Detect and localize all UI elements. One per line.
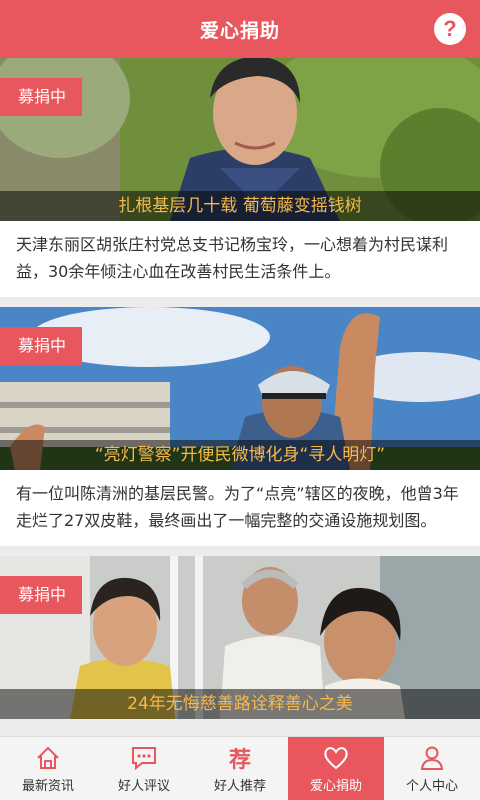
tab-latest-news[interactable]: 最新资讯: [0, 737, 96, 800]
tab-label: 个人中心: [405, 778, 458, 794]
card-description: 有一位叫陈清洲的基层民警。为了“点亮”辖区的夜晚，他曾3年走烂了27双皮鞋，最终…: [16, 484, 459, 530]
recommend-icon: 荐: [228, 747, 251, 773]
tab-label: 好人推荐: [213, 778, 266, 794]
card-caption: “亮灯警察”开便民微博化身“寻人明灯”: [0, 440, 480, 470]
card-image[interactable]: 募捐中 “亮灯警察”开便民微博化身“寻人明灯”: [0, 307, 480, 470]
card-caption: 24年无悔慈善路诠释善心之美: [0, 689, 480, 719]
status-badge: 募捐中: [0, 327, 83, 365]
donation-card[interactable]: 募捐中 “亮灯警察”开便民微博化身“寻人明灯” 有一位叫陈清洲的基层民警。为了“…: [0, 307, 480, 546]
home-icon: [35, 744, 61, 772]
card-image[interactable]: 募捐中 扎根基层几十载 葡萄藤变摇钱树: [0, 58, 480, 221]
status-badge: 募捐中: [0, 576, 83, 614]
heart-icon: [322, 744, 350, 772]
tab-personal-center[interactable]: 个人中心: [384, 737, 480, 800]
tab-label: 爱心捐助: [309, 778, 362, 794]
page-title: 爱心捐助: [199, 19, 280, 42]
donation-card[interactable]: 募捐中 扎根基层几十载 葡萄藤变摇钱树 天津东丽区胡张庄村党总支书记杨宝玲，一心…: [0, 58, 480, 297]
tab-good-person-review[interactable]: 好人评议: [96, 737, 192, 800]
card-caption: 扎根基层几十载 葡萄藤变摇钱树: [0, 191, 480, 221]
tab-label: 最新资讯: [21, 778, 74, 794]
card-description: 天津东丽区胡张庄村党总支书记杨宝玲，一心想着为村民谋利益，30余年倾注心血在改善…: [16, 235, 449, 281]
app-header: 爱心捐助 ?: [0, 0, 480, 58]
tab-good-person-recommend[interactable]: 荐 好人推荐: [192, 737, 288, 800]
help-button[interactable]: ?: [434, 13, 466, 45]
status-badge: 募捐中: [0, 78, 83, 116]
person-icon: [419, 744, 445, 772]
donation-card[interactable]: 募捐中 24年无悔慈善路诠释善心之美: [0, 556, 480, 719]
tab-charity-donation[interactable]: 爱心捐助: [288, 737, 384, 800]
card-image[interactable]: 募捐中 24年无悔慈善路诠释善心之美: [0, 556, 480, 719]
bottom-tab-bar: 最新资讯 好人评议 荐 好人推荐 爱心捐助 个人中心: [0, 736, 480, 800]
help-icon: ?: [443, 16, 457, 41]
comment-icon: [130, 744, 158, 772]
tab-label: 好人评议: [117, 778, 170, 794]
donation-feed[interactable]: 募捐中 扎根基层几十载 葡萄藤变摇钱树 天津东丽区胡张庄村党总支书记杨宝玲，一心…: [0, 58, 480, 736]
